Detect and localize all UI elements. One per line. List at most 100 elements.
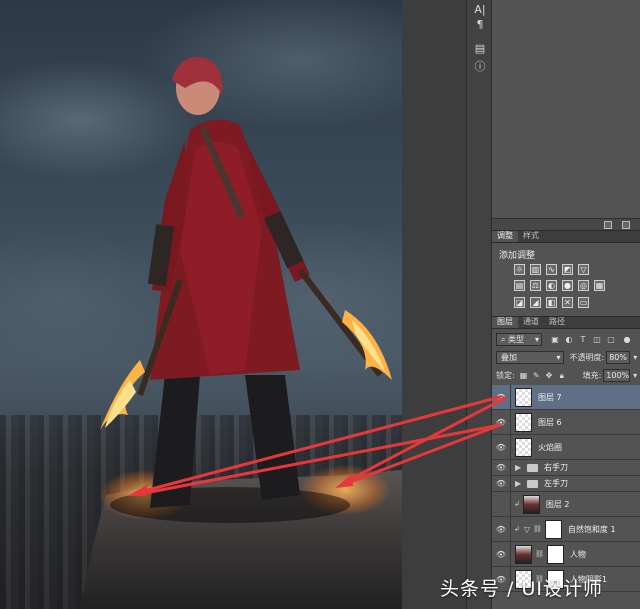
lock-transparent-icon[interactable]: ▦	[519, 371, 529, 381]
panel-gutter	[402, 0, 466, 609]
visibility-eye-icon[interactable]: 👁︎	[492, 463, 510, 472]
layer-row[interactable]: 👁︎ 图层 7	[492, 385, 640, 410]
folder-icon	[527, 479, 538, 488]
filter-smart-object-icon[interactable]: ▢	[606, 335, 616, 345]
vibrance-icon: ▽	[523, 524, 531, 534]
new-item-icon[interactable]	[604, 221, 612, 229]
document-canvas[interactable]	[0, 0, 402, 609]
opacity-label: 不透明度:	[569, 353, 605, 362]
visibility-eye-icon[interactable]: 👁︎	[492, 479, 510, 488]
collapsed-panel-dock: A| ¶ ▤ ⓘ	[466, 0, 492, 609]
filter-shape-icon[interactable]: ◫	[592, 335, 602, 345]
adjustment-icons-row-3: ◪ ◢ ◧ ✕ ▭	[514, 297, 589, 308]
history-panel-area	[492, 0, 640, 218]
layer-name: 左手刀	[544, 479, 568, 488]
layer-row[interactable]: 👁︎ ⛓︎ 人物	[492, 542, 640, 567]
filter-kind-select[interactable]: ⌕ 类型 ▾	[496, 333, 542, 346]
visibility-eye-icon[interactable]: 👁︎	[492, 525, 510, 534]
adjustment-icons-row-1: ☼ ▥ ∿ ◩ ▽	[514, 264, 589, 275]
trash-icon[interactable]	[622, 221, 630, 229]
fill-input[interactable]: 100%	[603, 369, 631, 382]
folder-icon	[527, 463, 538, 472]
opacity-input[interactable]: 80%	[606, 351, 631, 364]
clip-arrow-icon: ↲	[514, 500, 520, 508]
lock-all-icon[interactable]: 🔒︎	[557, 371, 567, 381]
gradient-map-icon[interactable]: ▭	[578, 297, 589, 308]
layer-comps-icon[interactable]: ▤	[473, 42, 487, 56]
layer-list: 👁︎ 图层 7 👁︎ 图层 6 👁︎ 火焰圈 👁︎ ▶ 右手刀 👁︎ ▶ 左手刀	[492, 385, 640, 592]
paragraph-icon[interactable]: ¶	[473, 18, 487, 32]
info-icon[interactable]: ⓘ	[473, 60, 487, 74]
filter-toggle-icon[interactable]: ●	[622, 335, 632, 345]
chevron-down-icon: ▾	[534, 335, 539, 344]
blend-mode-value: 叠加	[501, 353, 517, 362]
levels-icon[interactable]: ▥	[530, 264, 541, 275]
filter-type-icon[interactable]: T	[578, 335, 588, 345]
layer-name: 火焰圈	[538, 442, 562, 452]
adjustments-tabbar: 调整 样式	[492, 231, 640, 243]
character-icon[interactable]: A|	[473, 3, 487, 17]
layer-row[interactable]: 👁︎ 图层 6	[492, 410, 640, 435]
channel-mixer-icon[interactable]: ◎	[578, 280, 589, 291]
tab-styles[interactable]: 样式	[518, 231, 544, 242]
tab-channels[interactable]: 通道	[518, 317, 544, 328]
clip-arrow-icon: ↲	[514, 525, 520, 533]
chevron-down-icon: ▾	[556, 353, 561, 362]
chain-link-icon: ⛓︎	[535, 550, 544, 558]
adjustments-panel: 调整 样式 添加调整 ☼ ▥ ∿ ◩ ▽ ▤ ⚖ ◐ ● ◎ ▦ ◪ ◢ ◧ ✕…	[492, 230, 640, 316]
exposure-icon[interactable]: ◩	[562, 264, 573, 275]
tab-paths[interactable]: 路径	[544, 317, 570, 328]
blend-mode-select[interactable]: 叠加 ▾	[496, 351, 564, 364]
hue-saturation-icon[interactable]: ▤	[514, 280, 525, 291]
chevron-down-icon[interactable]: ▾	[630, 371, 640, 381]
photo-filter-icon[interactable]: ●	[562, 280, 573, 291]
color-lookup-icon[interactable]: ▦	[594, 280, 605, 291]
visibility-eye-icon[interactable]: 👁︎	[492, 443, 510, 452]
selective-color-icon[interactable]: ✕	[562, 297, 573, 308]
lock-label: 锁定:	[496, 371, 515, 380]
watermark-text: 头条号 / UI设计师	[440, 578, 603, 600]
fill-label: 填充:	[582, 371, 602, 380]
layer-name: 图层 2	[545, 499, 570, 509]
tab-layers[interactable]: 图层	[492, 317, 518, 328]
filter-kind-value: 类型	[508, 335, 525, 344]
layer-thumbnail	[515, 544, 532, 564]
brightness-icon[interactable]: ☼	[514, 264, 525, 275]
layer-row[interactable]: 👁︎ 火焰圈	[492, 435, 640, 460]
visibility-eye-icon[interactable]: 👁︎	[492, 393, 510, 402]
visibility-eye-icon[interactable]: 👁︎	[492, 550, 510, 559]
layer-name: 右手刀	[544, 463, 568, 472]
black-white-icon[interactable]: ◐	[546, 280, 557, 291]
invert-icon[interactable]: ◪	[514, 297, 525, 308]
lock-position-icon[interactable]: ✥	[544, 371, 554, 381]
chain-link-icon: ⛓︎	[533, 525, 542, 533]
adjustment-icons-row-2: ▤ ⚖ ◐ ● ◎ ▦	[514, 280, 605, 291]
color-balance-icon[interactable]: ⚖	[530, 280, 541, 291]
posterize-icon[interactable]: ◢	[530, 297, 541, 308]
expand-arrow-icon[interactable]: ▶	[515, 463, 523, 472]
vibrance-icon[interactable]: ▽	[578, 264, 589, 275]
layer-group-row[interactable]: 👁︎ ▶ 右手刀	[492, 460, 640, 476]
lock-image-icon[interactable]: ✎	[531, 371, 541, 381]
curves-icon[interactable]: ∿	[546, 264, 557, 275]
filter-pixel-icon[interactable]: ▣	[550, 335, 560, 345]
layer-mask-thumbnail[interactable]	[546, 544, 564, 564]
lock-fill-row: 锁定: ▦ ✎ ✥ 🔒︎ 填充: 100% ▾	[492, 367, 640, 384]
layer-mask-thumbnail[interactable]	[544, 519, 562, 539]
layer-name: 自然饱和度 1	[567, 524, 616, 534]
layer-row[interactable]: 👁︎ ↲ ▽ ⛓︎ 自然饱和度 1	[492, 517, 640, 542]
layer-thumbnail	[522, 494, 540, 514]
expand-arrow-icon[interactable]: ▶	[515, 479, 523, 488]
filter-adjustment-icon[interactable]: ◐	[564, 335, 574, 345]
blend-opacity-row: 叠加 ▾ 不透明度: 80% ▾	[492, 349, 640, 366]
tab-adjustments[interactable]: 调整	[492, 231, 518, 242]
visibility-eye-icon[interactable]: 👁︎	[492, 418, 510, 427]
threshold-icon[interactable]: ◧	[546, 297, 557, 308]
add-adjustment-label: 添加调整	[499, 251, 536, 261]
panel-footer	[492, 218, 640, 230]
layer-group-row[interactable]: 👁︎ ▶ 左手刀	[492, 476, 640, 492]
layer-thumbnail	[515, 412, 532, 432]
layer-name: 人物	[569, 549, 586, 559]
chevron-down-icon[interactable]: ▾	[630, 353, 640, 363]
layer-row[interactable]: ↲ 图层 2	[492, 492, 640, 517]
